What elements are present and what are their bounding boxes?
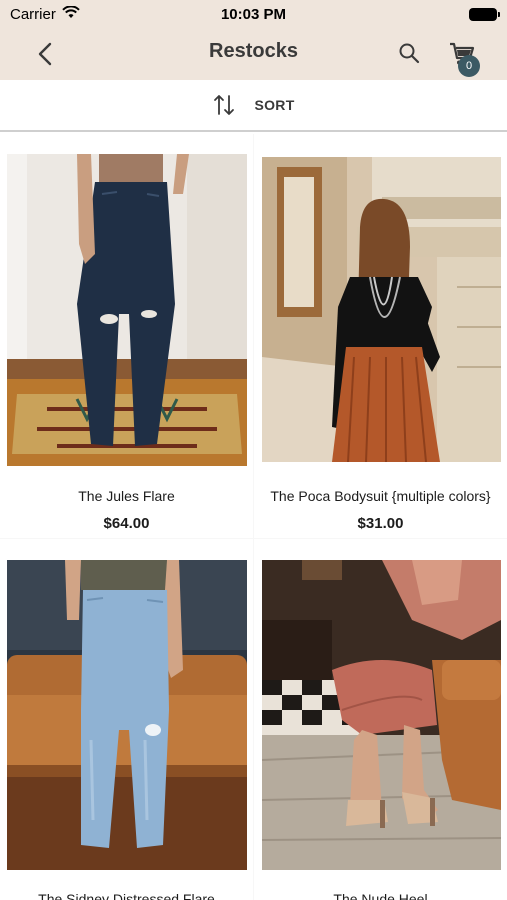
product-name: The Sidney Distressed Flare <box>38 891 215 900</box>
cart-count-badge: 0 <box>458 55 480 77</box>
back-button[interactable] <box>30 39 60 69</box>
status-left: Carrier <box>10 4 80 23</box>
product-card[interactable]: The Nude Heel <box>254 539 507 900</box>
battery-icon <box>469 7 500 21</box>
product-image[interactable] <box>7 560 247 870</box>
sort-label: SORT <box>254 97 295 113</box>
search-icon <box>399 43 420 64</box>
product-card[interactable]: The Jules Flare $64.00 <box>0 134 253 538</box>
search-button[interactable] <box>396 40 422 66</box>
product-price: $64.00 <box>103 515 150 532</box>
navigation-bar: Restocks 0 <box>0 28 507 80</box>
product-photo-heels <box>262 560 501 870</box>
wifi-icon <box>62 4 80 23</box>
product-grid: The Jules Flare $64.00 The Poca Bodysuit… <box>0 134 507 900</box>
sort-bar[interactable]: SORT <box>0 80 507 132</box>
status-bar: Carrier 10:03 PM <box>0 0 507 28</box>
product-card[interactable]: The Sidney Distressed Flare <box>0 539 253 900</box>
product-photo-light-jeans <box>7 560 247 870</box>
page-title: Restocks <box>209 40 298 62</box>
product-image[interactable] <box>7 154 247 466</box>
product-card[interactable]: The Poca Bodysuit {multiple colors} $31.… <box>254 134 507 538</box>
product-price: $31.00 <box>357 515 404 532</box>
product-image[interactable] <box>262 157 501 462</box>
product-name: The Jules Flare <box>78 488 175 504</box>
carrier-label: Carrier <box>10 5 56 23</box>
product-image[interactable] <box>262 560 501 870</box>
product-photo-bodysuit <box>262 157 501 462</box>
sort-arrows-icon <box>214 95 235 115</box>
product-name: The Nude Heel <box>333 891 428 900</box>
product-photo-jeans <box>7 154 247 466</box>
chevron-left-icon <box>38 42 52 66</box>
product-name: The Poca Bodysuit {multiple colors} <box>270 488 491 504</box>
